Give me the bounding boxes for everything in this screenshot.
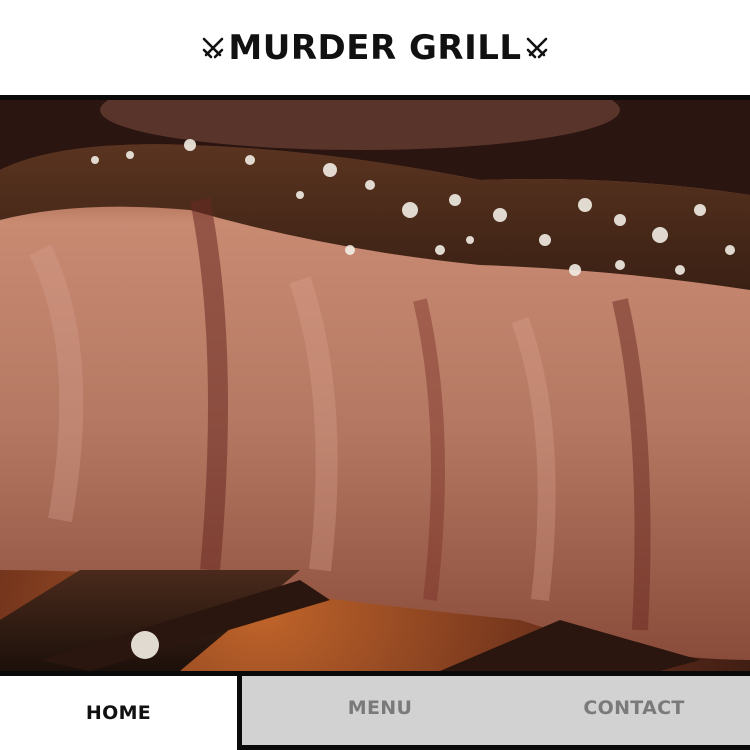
brand-name: MURDER GRILL — [228, 27, 522, 68]
main-nav: HOME MENU CONTACT — [0, 671, 750, 750]
crossed-swords-icon — [526, 37, 547, 58]
grilled-steak-photo — [0, 100, 750, 671]
site-header: MURDER GRILL — [0, 0, 750, 95]
tab-menu[interactable]: MENU — [242, 676, 518, 745]
crossed-swords-icon — [203, 37, 224, 58]
hero-image — [0, 95, 750, 671]
brand-logo[interactable]: MURDER GRILL — [200, 28, 549, 68]
tab-contact[interactable]: CONTACT — [518, 676, 750, 745]
tab-group: MENU CONTACT — [242, 676, 750, 745]
tab-home[interactable]: HOME — [0, 676, 237, 750]
